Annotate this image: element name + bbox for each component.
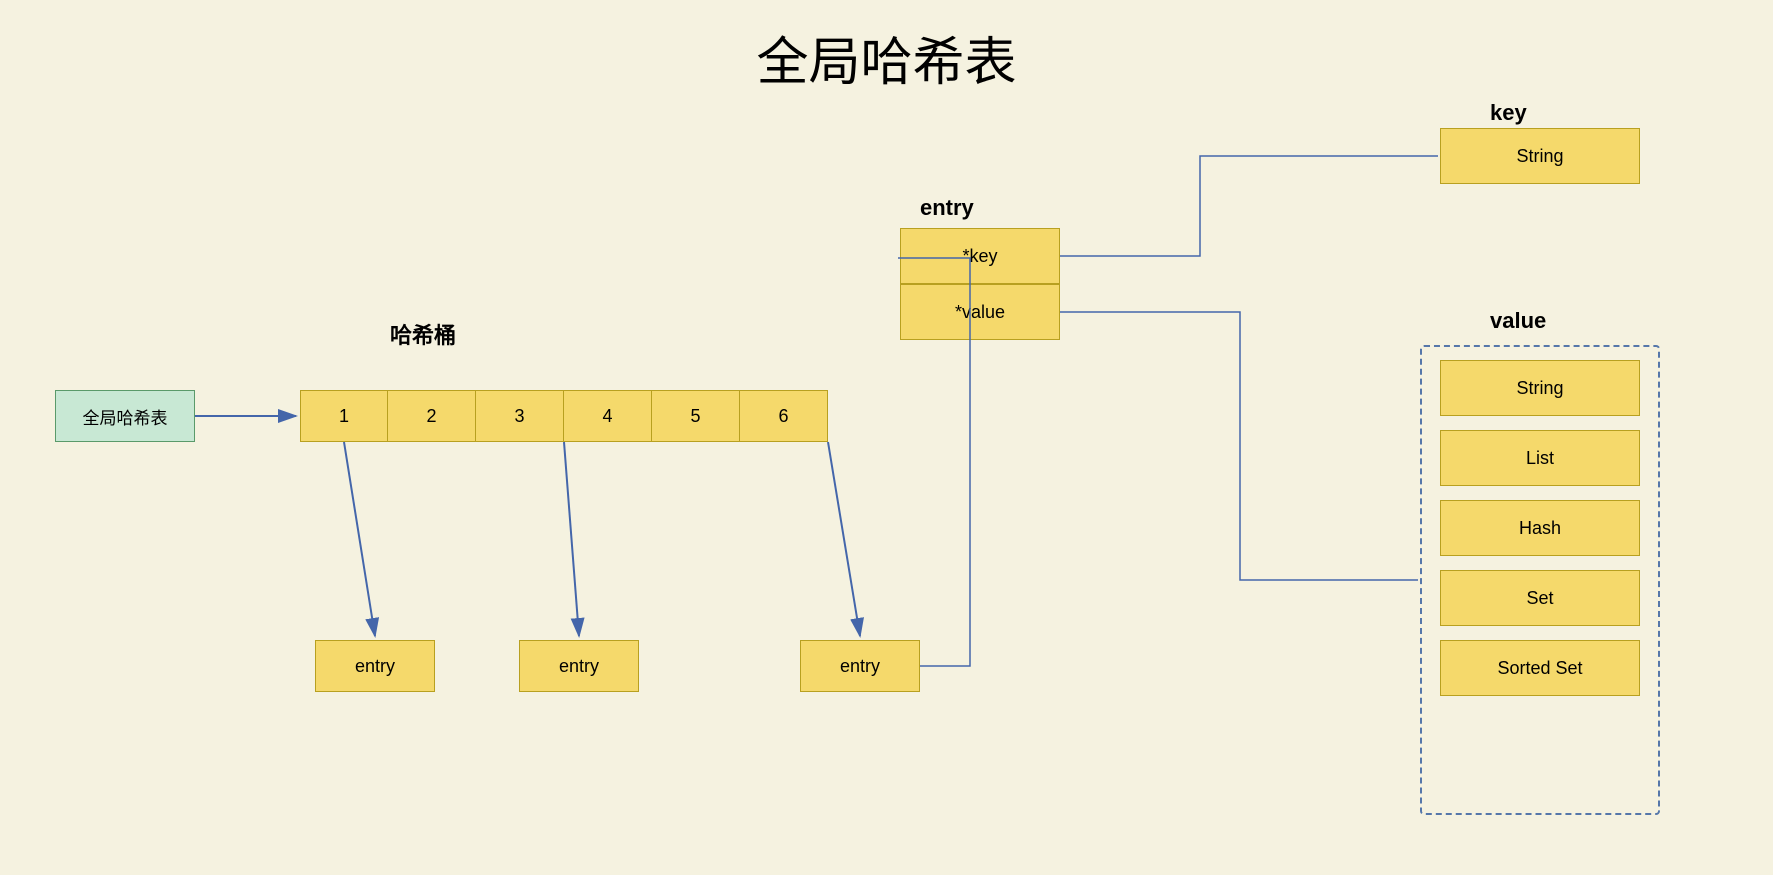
- value-string-box: String: [1440, 360, 1640, 416]
- page-title: 全局哈希表: [756, 20, 1016, 95]
- bucket-cell-4: 4: [564, 390, 652, 442]
- bucket-cell-2: 2: [388, 390, 476, 442]
- line-key-to-string: [1060, 156, 1438, 256]
- bucket-cell-6: 6: [740, 390, 828, 442]
- entry-value-box: *value: [900, 284, 1060, 340]
- key-label: key: [1490, 100, 1527, 126]
- line-value-to-types: [1060, 312, 1418, 580]
- bucket-cell-3: 3: [476, 390, 564, 442]
- hashtable-row: 1 2 3 4 5 6: [300, 390, 828, 442]
- key-string-box: String: [1440, 128, 1640, 184]
- bucket-cell-1: 1: [300, 390, 388, 442]
- global-hashtable-box: 全局哈希表: [55, 390, 195, 442]
- diagram: 全局哈希表 全局哈希表 哈希桶 1 2 3 4 5 6 entry entry …: [0, 0, 1773, 875]
- entry-key-box: *key: [900, 228, 1060, 284]
- value-list-box: List: [1440, 430, 1640, 486]
- value-label: value: [1490, 308, 1546, 334]
- bucket-cell-5: 5: [652, 390, 740, 442]
- entry-box-2: entry: [519, 640, 639, 692]
- value-hash-box: Hash: [1440, 500, 1640, 556]
- entry-box-3: entry: [800, 640, 920, 692]
- entry-box-1: entry: [315, 640, 435, 692]
- value-set-box: Set: [1440, 570, 1640, 626]
- value-sortedset-box: Sorted Set: [1440, 640, 1640, 696]
- hashbucket-label: 哈希桶: [390, 318, 456, 350]
- arrow-bucket6-entry: [828, 442, 860, 636]
- arrow-bucket3-entry: [564, 442, 579, 636]
- arrow-bucket1-entry: [344, 442, 375, 636]
- entry-detail-label: entry: [920, 195, 974, 221]
